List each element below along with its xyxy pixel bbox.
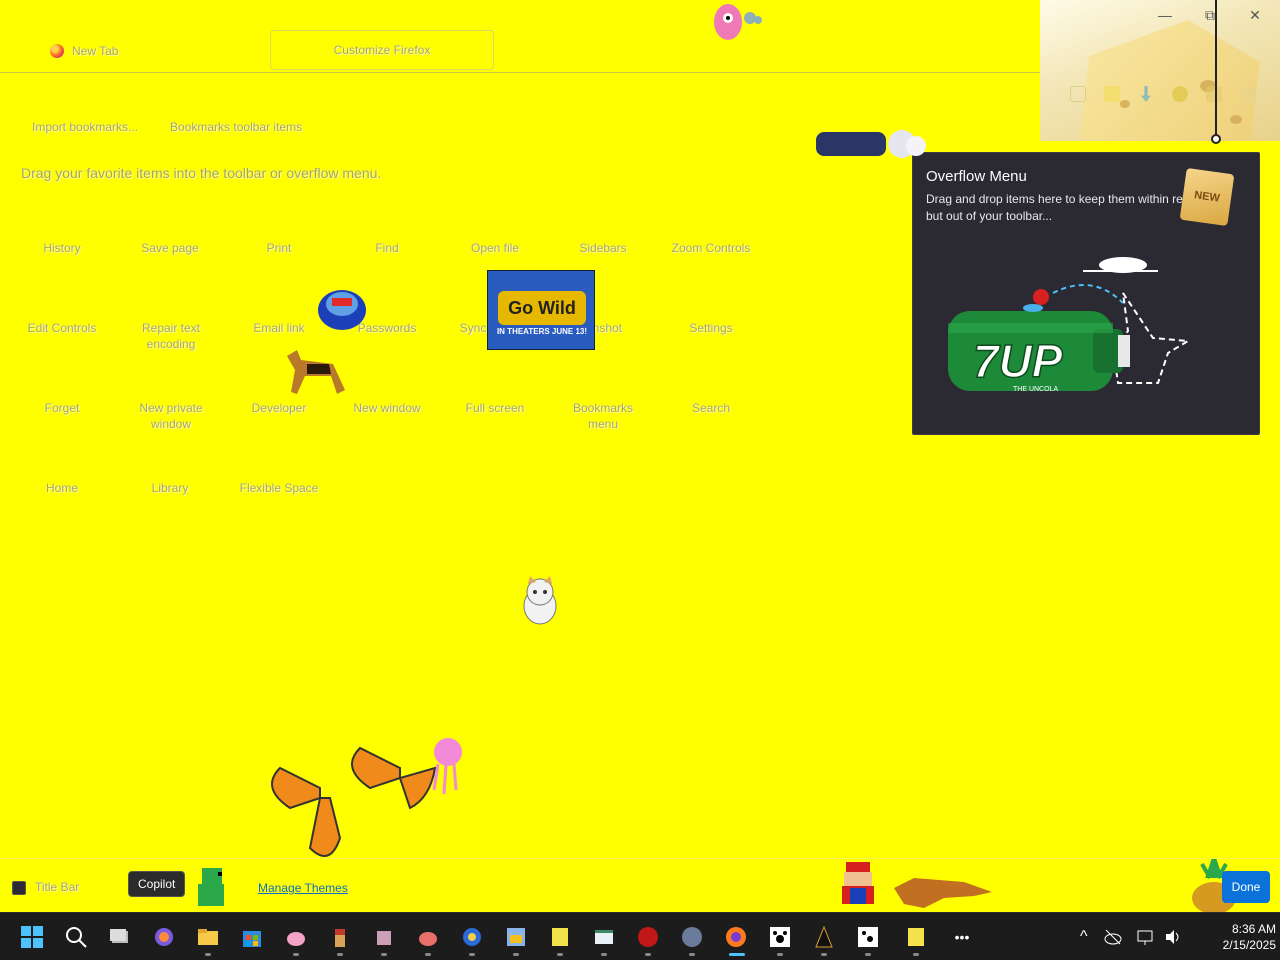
diver-app-icon[interactable]	[456, 921, 488, 956]
pink-creature-sprite	[714, 4, 762, 40]
close-button[interactable]: ✕	[1240, 4, 1270, 26]
pin-line	[1215, 0, 1217, 140]
clock[interactable]: 8:36 AM 2/15/2025	[1200, 921, 1276, 953]
tab-label: New Tab	[72, 44, 119, 58]
comet-sprite	[816, 130, 926, 158]
seven-up-logo-text: 7UP	[973, 335, 1063, 387]
dog-sprite	[287, 350, 345, 394]
overflow-illustration: 7UP THE UNCOLA	[948, 257, 1192, 393]
black-app-icon[interactable]	[808, 921, 840, 956]
windows-taskbar: ••• ^ 8:36 AM 2/15/2025	[0, 912, 1280, 960]
window-controls-area: — ⧉ ✕	[1040, 0, 1280, 141]
palette-item-developer[interactable]: Developer	[225, 400, 333, 416]
bookmarks-toolbar-items[interactable]: Bookmarks toolbar items	[170, 120, 302, 134]
more-apps-icon[interactable]: •••	[946, 921, 978, 953]
copilot-tooltip: Copilot	[128, 871, 186, 897]
window-app-icon[interactable]	[588, 921, 620, 956]
chevron-up-icon[interactable]: ^	[1080, 928, 1088, 946]
palette-item-forget[interactable]: Forget	[8, 400, 116, 416]
movie-poster-image: Go Wild IN THEATERS JUNE 13!	[487, 270, 595, 350]
drag-hint-text: Drag your favorite items into the toolba…	[21, 165, 382, 181]
volume-icon[interactable]	[1164, 928, 1182, 946]
downloads-icon[interactable]	[1141, 86, 1151, 102]
palette-item-edit-controls[interactable]: Edit Controls	[8, 320, 116, 336]
toolbar-icons	[1040, 80, 1280, 108]
done-button[interactable]: Done	[1222, 871, 1270, 903]
palette-item-home[interactable]: Home	[8, 480, 116, 496]
network-icon[interactable]	[1136, 928, 1154, 946]
tab-label: Customize Firefox	[333, 43, 431, 57]
copilot-icon[interactable]	[148, 921, 180, 953]
palette-item-new-private-window[interactable]: New private window	[128, 400, 214, 432]
pirate-app-icon[interactable]	[324, 921, 356, 956]
palette-item-library[interactable]: Library	[116, 480, 224, 496]
new-badge-sprite: NEW	[1179, 167, 1235, 227]
account-icon[interactable]	[1172, 86, 1188, 102]
system-tray: ^	[1080, 913, 1182, 960]
butterflies-sprite	[271, 738, 462, 857]
firefox-icon	[50, 44, 64, 58]
palette-item-open-file[interactable]: Open file	[441, 240, 549, 256]
reader-icon[interactable]	[1104, 86, 1120, 102]
manage-themes-link[interactable]: Manage Themes	[258, 881, 348, 895]
robot-app-icon[interactable]	[368, 921, 400, 956]
palette-item-repair-encoding[interactable]: Repair text encoding	[116, 320, 226, 352]
title-bar-label: Title Bar	[35, 880, 80, 894]
windows-start-icon[interactable]	[16, 921, 48, 953]
palette-item-save-page[interactable]: Save page	[116, 240, 224, 256]
extensions-icon[interactable]	[1206, 86, 1222, 102]
palette-item-bookmarks-menu[interactable]: Bookmarks menu	[563, 400, 643, 432]
microsoft-store-icon[interactable]	[236, 921, 268, 953]
bug-app-icon[interactable]	[412, 921, 444, 956]
palette-item-sidebars[interactable]: Sidebars	[549, 240, 657, 256]
title-bar-checkbox[interactable]	[12, 881, 26, 895]
overflow-menu-panel[interactable]: Overflow Menu Drag and drop items here t…	[912, 152, 1260, 435]
cat-sprite	[523, 576, 557, 625]
tab-new-tab[interactable]: New Tab	[50, 36, 118, 66]
car-app-icon[interactable]	[500, 921, 532, 956]
cloud-offline-icon[interactable]	[1104, 928, 1122, 946]
restore-button[interactable]: ⧉	[1195, 4, 1225, 26]
disc-player-sprite	[318, 290, 366, 330]
palette-item-full-screen[interactable]: Full screen	[441, 400, 549, 416]
palette-item-find[interactable]: Find	[333, 240, 441, 256]
bookmarks-toolbar: Import bookmarks... Bookmarks toolbar it…	[32, 120, 302, 134]
palette-item-zoom[interactable]: Zoom Controls	[657, 240, 765, 256]
spongebob-app-2-icon[interactable]	[900, 921, 932, 956]
dragon-app-icon[interactable]	[632, 921, 664, 956]
palette-item-print[interactable]: Print	[225, 240, 333, 256]
clock-date: 2/15/2025	[1222, 938, 1276, 952]
svg-text:THE UNCOLA: THE UNCOLA	[1013, 386, 1058, 393]
pin-handle	[1211, 134, 1221, 144]
palette-item-settings[interactable]: Settings	[657, 320, 765, 336]
file-explorer-icon[interactable]	[192, 921, 224, 956]
dog-app-icon[interactable]	[676, 921, 708, 956]
overflow-title: Overflow Menu	[926, 168, 1027, 185]
search-icon[interactable]	[60, 921, 92, 953]
menu-icon[interactable]	[1240, 86, 1256, 102]
palette-item-new-window[interactable]: New window	[333, 400, 441, 416]
sidebar-icon[interactable]	[1070, 86, 1086, 102]
task-view-icon[interactable]	[104, 921, 136, 953]
paw-app-2-icon[interactable]	[852, 921, 884, 956]
pig-app-icon[interactable]	[280, 921, 312, 956]
palette-item-history[interactable]: History	[8, 240, 116, 256]
palette-item-flexible-space[interactable]: Flexible Space	[225, 480, 333, 496]
paw-app-icon[interactable]	[764, 921, 796, 956]
overflow-description: Drag and drop items here to keep them wi…	[926, 192, 1203, 223]
clock-time: 8:36 AM	[1231, 922, 1276, 936]
tab-customize-firefox[interactable]: Customize Firefox	[270, 30, 494, 70]
spongebob-app-icon[interactable]	[544, 921, 576, 956]
firefox-taskbar-icon[interactable]	[720, 921, 752, 956]
customize-footer: Title Bar Copilot Manage Themes Done	[0, 858, 1280, 912]
minimize-button[interactable]: —	[1150, 4, 1180, 26]
palette-item-search[interactable]: Search	[657, 400, 765, 416]
import-bookmarks-button[interactable]: Import bookmarks...	[32, 120, 138, 134]
